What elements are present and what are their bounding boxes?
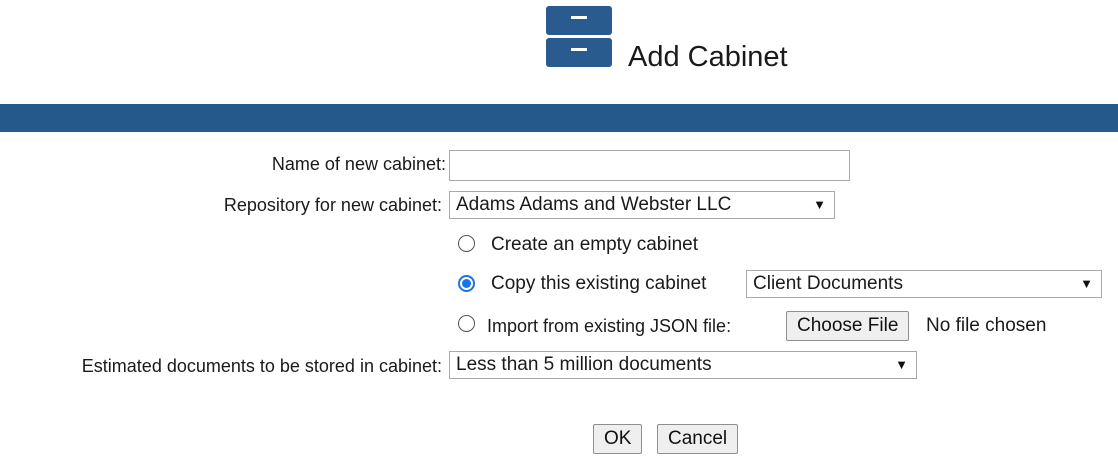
radio-empty-cabinet[interactable] [458, 235, 475, 252]
estimate-selected-value: Less than 5 million documents [456, 354, 712, 375]
file-status-text: No file chosen [926, 315, 1047, 336]
radio-import-json[interactable] [458, 315, 475, 332]
cabinet-drawer-bottom [546, 38, 612, 67]
import-json-label: Import from existing JSON file: [487, 316, 732, 336]
page-title: Add Cabinet [628, 41, 788, 73]
ok-button[interactable]: OK [593, 424, 643, 454]
radio-copy-cabinet[interactable] [458, 275, 475, 292]
estimate-select[interactable]: Less than 5 million documents ▼ [449, 351, 917, 379]
copy-cabinet-label: Copy this existing cabinet [491, 273, 707, 294]
repository-label: Repository for new cabinet: [223, 195, 442, 215]
cabinet-drawer-top [546, 6, 612, 35]
dropdown-arrow-icon: ▼ [1080, 276, 1093, 291]
empty-cabinet-label: Create an empty cabinet [491, 234, 699, 255]
dropdown-arrow-icon: ▼ [895, 357, 908, 372]
repository-select[interactable]: Adams Adams and Webster LLC ▼ [449, 191, 835, 219]
estimate-label: Estimated documents to be stored in cabi… [81, 356, 442, 376]
add-cabinet-page: Add Cabinet Name of new cabinet: Reposit… [0, 0, 1118, 461]
copy-cabinet-selected-value: Client Documents [753, 273, 903, 294]
cabinet-name-input[interactable] [449, 150, 850, 181]
repository-selected-value: Adams Adams and Webster LLC [456, 194, 732, 215]
choose-file-button[interactable]: Choose File [786, 311, 910, 341]
cancel-button[interactable]: Cancel [657, 424, 739, 454]
dropdown-arrow-icon: ▼ [813, 197, 826, 212]
copy-cabinet-select[interactable]: Client Documents ▼ [746, 270, 1102, 298]
file-cabinet-icon [546, 6, 612, 67]
header-band [0, 104, 1118, 132]
name-label: Name of new cabinet: [271, 154, 446, 174]
